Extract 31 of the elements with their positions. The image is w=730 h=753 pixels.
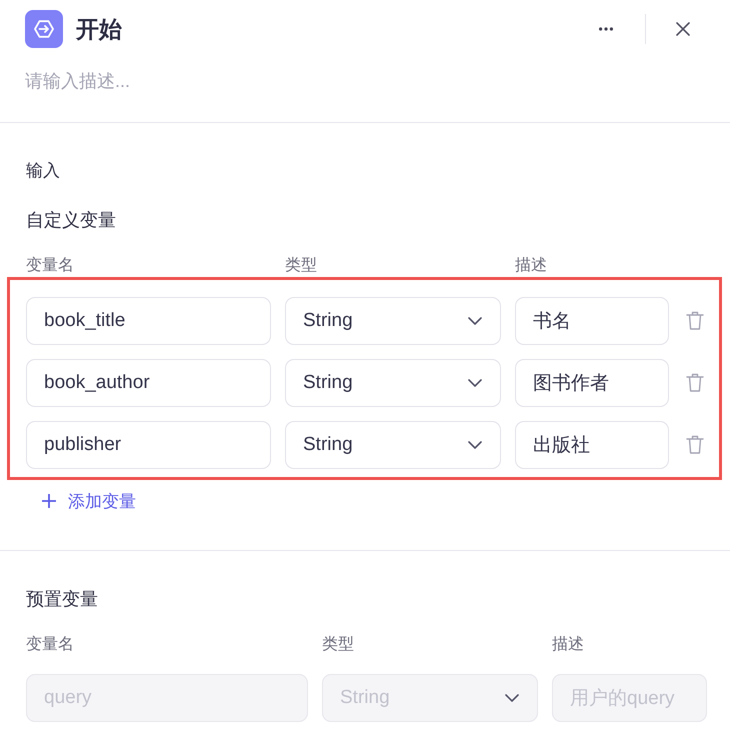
more-icon[interactable] (599, 27, 613, 31)
plus-icon (42, 494, 56, 508)
panel-title: 开始 (76, 15, 122, 44)
chevron-down-icon (468, 441, 482, 449)
node-start-icon (25, 10, 63, 48)
trash-icon[interactable] (686, 435, 704, 455)
column-header: 变量名 (26, 256, 75, 276)
variable-name-field[interactable]: book_title (26, 297, 271, 345)
chevron-down-icon (468, 317, 482, 325)
type-select[interactable]: String (285, 297, 501, 345)
variable-name-field[interactable]: book_author (26, 359, 271, 407)
column-header: 描述 (515, 256, 548, 276)
chevron-down-icon (468, 379, 482, 387)
column-header: 变量名 (26, 635, 75, 655)
type-select[interactable]: String (285, 359, 501, 407)
close-icon[interactable] (676, 22, 690, 36)
trash-icon[interactable] (686, 373, 704, 393)
add-variable-button[interactable]: 添加变量 (42, 489, 136, 513)
type-select[interactable]: String (285, 421, 501, 469)
description-field[interactable]: 图书作者 (515, 359, 669, 407)
group-title: 自定义变量 (26, 209, 117, 232)
trash-icon[interactable] (686, 311, 704, 331)
section-title: 输入 (26, 160, 61, 182)
variable-name-field[interactable]: publisher (26, 421, 271, 469)
column-header: 类型 (322, 635, 355, 655)
column-header: 类型 (285, 256, 318, 276)
description-field[interactable]: 出版社 (515, 421, 669, 469)
description-field[interactable]: 书名 (515, 297, 669, 345)
chevron-down-icon (505, 694, 519, 702)
group-title: 预置变量 (26, 588, 99, 611)
column-header: 描述 (552, 635, 585, 655)
